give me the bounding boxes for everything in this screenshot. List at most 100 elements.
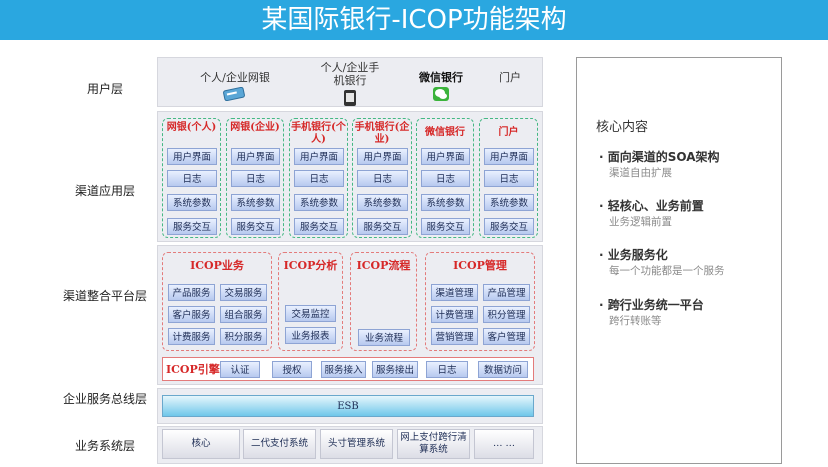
wechat-icon (433, 87, 449, 101)
point-3-title: · 业务服务化 (599, 248, 668, 262)
module-ui[interactable]: 用户界面 (294, 148, 344, 165)
engine-title: ICOP引擎 (166, 363, 220, 376)
group-title: ICOP业务 (190, 259, 244, 272)
group-title: ICOP流程 (356, 259, 411, 272)
module-ui[interactable]: 用户界面 (421, 148, 470, 165)
channel-mobile[interactable]: 个人/企业手机银行 (317, 61, 383, 110)
module-ui[interactable]: 用户界面 (167, 148, 217, 165)
module-ui[interactable]: 用户界面 (357, 148, 408, 165)
point-4-title: · 跨行业务统一平台 (599, 298, 704, 312)
esb-bar[interactable]: ESB (162, 395, 534, 417)
icop-engine: ICOP引擎 认证 授权 服务接入 服务接出 日志 数据访问 (162, 357, 534, 381)
module-combo-service[interactable]: 组合服务 (220, 306, 267, 323)
channel-wechat[interactable]: 微信银行 (412, 71, 470, 105)
system-more: … … (474, 429, 534, 459)
layer-label-user: 用户层 (86, 82, 123, 96)
layer-label-integration: 渠道整合平台层 (62, 289, 147, 303)
layer-label-biz-sys: 业务系统层 (74, 439, 135, 453)
module-log[interactable]: 日志 (294, 170, 344, 187)
point-2-title: · 轻核心、业务前置 (599, 199, 704, 213)
system-core[interactable]: 核心 (162, 429, 240, 459)
module-params[interactable]: 系统参数 (357, 194, 408, 211)
group-title: 微信银行 (425, 127, 465, 138)
point-1-sub: 渠道自由扩展 (609, 167, 672, 179)
group-title: 网银(个人) (166, 122, 217, 133)
group-icop-analysis: ICOP分析 交易监控 业务报表 (278, 252, 343, 351)
system-ibps[interactable]: 网上支付跨行清算系统 (397, 429, 470, 459)
module-log[interactable]: 日志 (357, 170, 408, 187)
module-channel-mgmt[interactable]: 渠道管理 (431, 284, 478, 301)
group-title: 手机银行(企业) (354, 122, 410, 145)
module-params[interactable]: 系统参数 (294, 194, 344, 211)
group-portal: 门户 用户界面 日志 系统参数 服务交互 (479, 118, 538, 238)
module-service[interactable]: 服务交互 (357, 218, 408, 235)
channel-mobile-label: 个人/企业手机银行 (320, 61, 380, 87)
layer-label-channel-app: 渠道应用层 (74, 184, 135, 198)
card-icon (223, 86, 245, 102)
module-marketing-mgmt[interactable]: 营销管理 (431, 328, 478, 345)
group-title: ICOP分析 (283, 259, 338, 272)
point-1-title: · 面向渠道的SOA架构 (599, 150, 720, 164)
module-points-service[interactable]: 积分服务 (220, 328, 267, 345)
group-title: 门户 (498, 127, 519, 138)
module-billing-service[interactable]: 计费服务 (168, 328, 215, 345)
panel-heading: 核心内容 (596, 120, 649, 135)
system-position-mgmt[interactable]: 头寸管理系统 (320, 429, 393, 459)
module-service[interactable]: 服务交互 (294, 218, 344, 235)
module-service[interactable]: 服务交互 (484, 218, 534, 235)
module-service[interactable]: 服务交互 (231, 218, 280, 235)
page-title: 某国际银行-ICOP功能架构 (0, 0, 828, 40)
core-content-panel: 核心内容 · 面向渠道的SOA架构 渠道自由扩展 · 轻核心、业务前置 业务逻辑… (576, 57, 782, 464)
point-3-sub: 每一个功能都是一个服务 (609, 265, 725, 277)
module-product-service[interactable]: 产品服务 (168, 284, 215, 301)
module-data-access[interactable]: 数据访问 (478, 361, 528, 378)
point-4-sub: 跨行转账等 (609, 315, 662, 327)
module-biz-flow[interactable]: 业务流程 (358, 329, 410, 346)
module-log[interactable]: 日志 (167, 170, 217, 187)
module-service[interactable]: 服务交互 (167, 218, 217, 235)
module-ui[interactable]: 用户界面 (484, 148, 534, 165)
channel-wechat-label: 微信银行 (419, 71, 463, 84)
module-params[interactable]: 系统参数 (231, 194, 280, 211)
module-params[interactable]: 系统参数 (421, 194, 470, 211)
module-points-mgmt[interactable]: 积分管理 (483, 306, 530, 323)
group-icop-business: ICOP业务 产品服务 交易服务 客户服务 组合服务 计费服务 积分服务 (162, 252, 272, 351)
channel-netbank[interactable]: 个人/企业网银 (195, 71, 275, 104)
module-params[interactable]: 系统参数 (484, 194, 534, 211)
module-ui[interactable]: 用户界面 (231, 148, 280, 165)
group-icop-manage: ICOP管理 渠道管理 产品管理 计费管理 积分管理 营销管理 客户管理 (425, 252, 535, 351)
module-customer-service[interactable]: 客户服务 (168, 306, 215, 323)
module-biz-report[interactable]: 业务报表 (285, 327, 336, 344)
layer-label-esb: 企业服务总线层 (62, 392, 147, 406)
system-cnaps2[interactable]: 二代支付系统 (243, 429, 316, 459)
module-billing-mgmt[interactable]: 计费管理 (431, 306, 478, 323)
module-service[interactable]: 服务交互 (421, 218, 470, 235)
module-service-out[interactable]: 服务接出 (372, 361, 418, 378)
group-title: ICOP管理 (453, 259, 507, 272)
module-product-mgmt[interactable]: 产品管理 (483, 284, 530, 301)
channel-netbank-label: 个人/企业网银 (200, 71, 270, 84)
point-2-sub: 业务逻辑前置 (609, 216, 672, 228)
channel-portal-label: 门户 (499, 71, 521, 84)
group-mobile-corporate: 手机银行(企业) 用户界面 日志 系统参数 服务交互 (352, 118, 412, 238)
module-log[interactable]: 日志 (484, 170, 534, 187)
module-customer-mgmt[interactable]: 客户管理 (483, 328, 530, 345)
group-netbank-personal: 网银(个人) 用户界面 日志 系统参数 服务交互 (162, 118, 221, 238)
module-log[interactable]: 日志 (231, 170, 280, 187)
group-title: 手机银行(个人) (291, 122, 346, 145)
group-icop-flow: ICOP流程 业务流程 (350, 252, 417, 351)
module-trade-monitor[interactable]: 交易监控 (285, 305, 336, 322)
module-params[interactable]: 系统参数 (167, 194, 217, 211)
module-auth[interactable]: 认证 (220, 361, 260, 378)
group-title: 网银(企业) (230, 122, 280, 133)
phone-icon (344, 90, 356, 106)
group-netbank-corporate: 网银(企业) 用户界面 日志 系统参数 服务交互 (226, 118, 284, 238)
module-authorize[interactable]: 授权 (272, 361, 312, 378)
module-engine-log[interactable]: 日志 (426, 361, 468, 378)
module-service-in[interactable]: 服务接入 (321, 361, 366, 378)
module-trade-service[interactable]: 交易服务 (220, 284, 267, 301)
channel-portal[interactable]: 门户 (494, 71, 526, 84)
group-wechat: 微信银行 用户界面 日志 系统参数 服务交互 (416, 118, 474, 238)
module-log[interactable]: 日志 (421, 170, 470, 187)
group-mobile-personal: 手机银行(个人) 用户界面 日志 系统参数 服务交互 (289, 118, 348, 238)
